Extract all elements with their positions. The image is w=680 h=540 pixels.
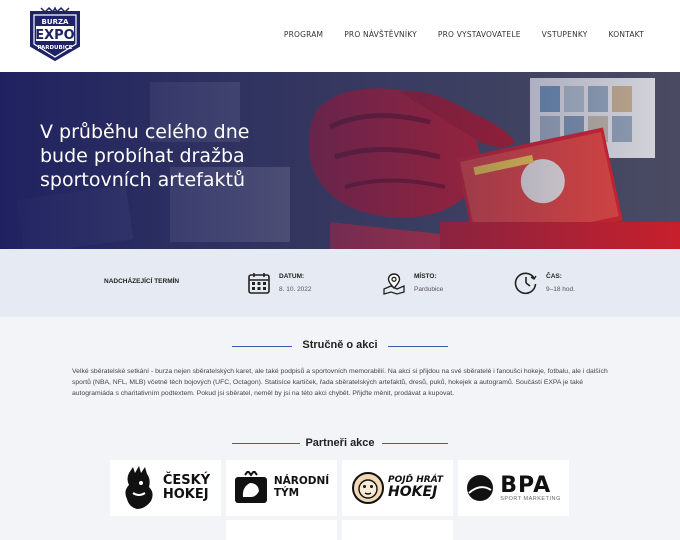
partner-pojd-hrat-hokej[interactable]: POJĎ HRÁT HOKEJ [342, 460, 453, 516]
time-key: ČAS: [546, 273, 562, 280]
partner-cesky-hokej[interactable]: ČESKÝ HOKEJ [110, 460, 221, 516]
partners-title-line-right [382, 443, 448, 444]
shield-lion-icon [234, 471, 267, 503]
calendar-icon [248, 273, 270, 294]
hero-title: V průběhu celého dne bude probíhat dražb… [40, 121, 250, 191]
date-value: 8. 10. 2022 [279, 286, 312, 293]
logo-top-text: BURZA [42, 18, 69, 26]
nav-kontakt[interactable]: KONTAKT [609, 30, 644, 39]
lion-icon [125, 466, 153, 509]
date-key: DATUM: [279, 273, 305, 280]
nav-program[interactable]: PROGRAM [284, 30, 323, 39]
bpa-circle-icon [467, 475, 494, 501]
lion-mascot-icon [352, 472, 385, 504]
partners-title: Partneři akce [305, 437, 375, 449]
date-info: DATUM: 8. 10. 2022 [247, 271, 312, 295]
burza-expo-logo[interactable]: BURZA EXPO PARDUBICE [27, 6, 83, 64]
place-value: Pardubice [414, 286, 444, 293]
partner-narodni-tym[interactable]: NÁRODNÍ TÝM [226, 460, 337, 516]
about-text: Velké sběratelské setkání - burza nejen … [72, 368, 608, 397]
time-value: 9–18 hod. [546, 286, 575, 293]
nav-pro-navstevniky[interactable]: PRO NÁVŠTĚVNÍKY [344, 30, 417, 39]
hero-banner: V průběhu celého dne bude probíhat dražb… [0, 72, 680, 249]
upcoming-event-bar: NADCHÁZEJÍCÍ TERMÍN DATUM: 8. 10. 2022 M… [0, 249, 680, 317]
partner-card-next-1[interactable] [226, 520, 337, 540]
about-title-line-right [388, 346, 448, 347]
partner-2-line2: TÝM [273, 487, 300, 499]
map-pin-icon [383, 273, 405, 295]
nav-vstupenky[interactable]: VSTUPENKY [542, 30, 588, 39]
partner-4-line2: SPORT MARKETING [500, 495, 561, 502]
time-info: ČAS: 9–18 hod. [514, 271, 575, 295]
partner-4-line1: BPA [500, 472, 552, 498]
header: BURZA EXPO PARDUBICE PROGRAM PRO NÁVŠTĚV… [0, 0, 680, 72]
nav-pro-vystavovatele[interactable]: PRO VYSTAVOVATELE [438, 30, 521, 39]
main-nav: PROGRAM PRO NÁVŠTĚVNÍKY PRO VYSTAVOVATEL… [263, 30, 644, 39]
partner-1-line1: ČESKÝ [162, 473, 211, 489]
partner-1-line2: HOKEJ [162, 487, 209, 502]
partner-3-line2: HOKEJ [388, 484, 438, 501]
logo-shield-icon: BURZA EXPO PARDUBICE [30, 6, 80, 62]
logo-bottom-text: PARDUBICE [37, 45, 72, 51]
partner-bpa[interactable]: BPA SPORT MARKETING [458, 460, 569, 516]
upcoming-label: NADCHÁZEJÍCÍ TERMÍN [104, 278, 180, 285]
place-key: MÍSTO: [414, 273, 437, 280]
partner-card-next-2[interactable] [342, 520, 453, 540]
logo-main-text: EXPO [35, 28, 74, 43]
clock-icon [514, 272, 537, 295]
place-info: MÍSTO: Pardubice [382, 271, 443, 295]
about-title: Stručně o akci [302, 339, 378, 351]
